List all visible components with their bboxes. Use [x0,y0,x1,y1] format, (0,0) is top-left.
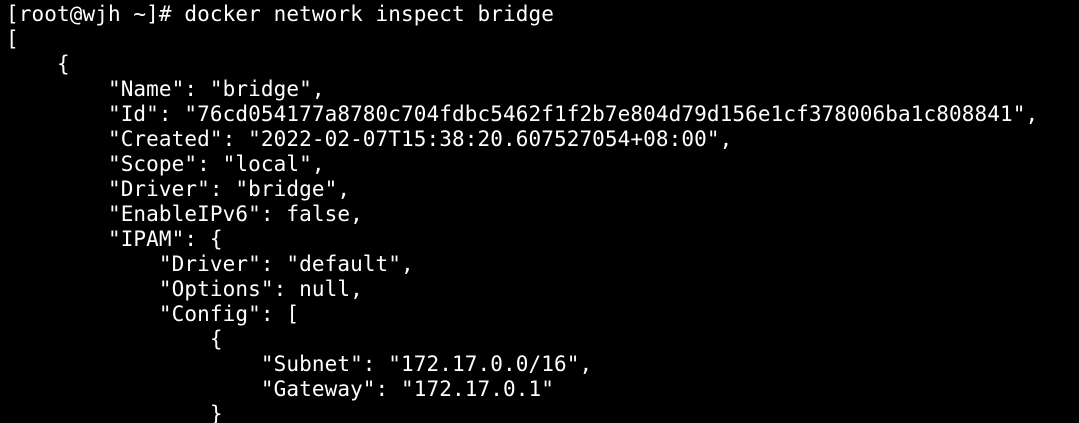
output-line: { [6,327,223,351]
output-line: "Config": [ [6,302,300,326]
output-line: "Scope": "local", [6,152,325,176]
output-line: "Subnet": "172.17.0.0/16", [6,352,593,376]
output-line: "Options": null, [6,277,363,301]
output-line: } [6,402,223,423]
output-line: [ [6,27,19,51]
command-text: docker network inspect bridge [184,2,554,26]
output-line: "EnableIPv6": false, [6,202,363,226]
output-line: "IPAM": { [6,227,223,251]
command-line[interactable]: [root@wjh ~]# docker network inspect bri… [6,2,554,27]
output-line: "Driver": "default", [6,252,414,276]
output-line: { [6,52,70,76]
output-line: "Driver": "bridge", [6,177,351,201]
terminal-window[interactable]: [root@wjh ~]# docker network inspect bri… [0,0,1079,423]
output-line: "Gateway": "172.17.0.1" [6,377,554,401]
output-line: "Name": "bridge", [6,77,325,101]
shell-prompt: [root@wjh ~]# [6,2,185,26]
output-line: "Id": "76cd054177a8780c704fdbc5462f1f2b7… [6,102,1039,126]
output-line: "Created": "2022-02-07T15:38:20.60752705… [6,127,733,151]
